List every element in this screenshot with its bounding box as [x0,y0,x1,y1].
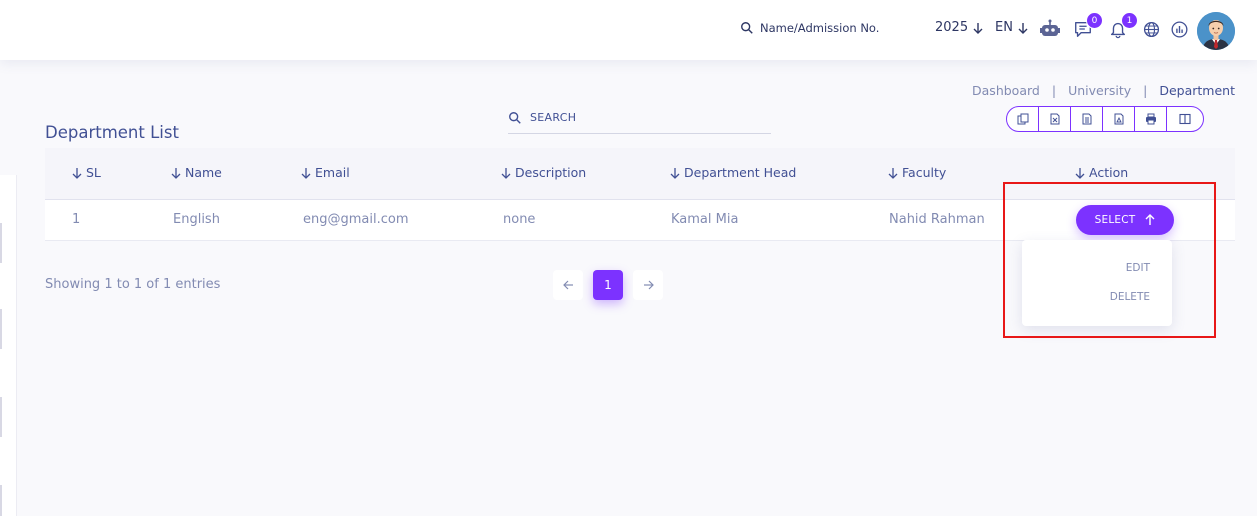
print-icon [1145,113,1156,125]
globe-icon [1143,21,1159,37]
avatar-icon [1197,12,1235,50]
notification-count-badge: 1 [1121,12,1138,29]
column-header-label: Name [185,165,222,180]
sort-arrow-down-icon [301,167,311,179]
column-header-label: SL [86,165,101,180]
arrow-down-icon [1018,22,1028,34]
chevron-right-icon [643,280,654,290]
panel-divider [0,485,2,516]
export-button-group [1006,106,1204,132]
side-panel-edge [0,175,17,516]
robot-button[interactable] [1039,18,1061,40]
panel-divider [0,397,2,437]
column-header-name[interactable]: Name [171,165,222,180]
year-selector[interactable]: 2025 [935,20,983,35]
cell-email: eng@gmail.com [303,212,409,227]
excel-button[interactable] [1039,107,1071,131]
chat-button[interactable]: 0 [1072,12,1103,40]
language-value: EN [995,20,1013,35]
pdf-icon [1114,113,1123,125]
panel-divider [0,309,2,349]
top-navbar: Name/Admission No. 2025 EN 0 1 [0,0,1257,60]
column-header-department-head[interactable]: Department Head [670,165,796,180]
student-search[interactable]: Name/Admission No. [740,21,879,35]
arrow-down-icon [973,22,983,34]
pagination-page-1[interactable]: 1 [593,270,623,300]
column-header-label: Email [315,165,350,180]
breadcrumb-department: Department [1159,83,1235,98]
cell-sl: 1 [72,212,81,227]
sort-arrow-down-icon [670,167,680,179]
column-header-description[interactable]: Description [501,165,586,180]
table-search-placeholder: SEARCH [530,111,577,124]
pagination-previous-button[interactable] [553,270,583,300]
report-button[interactable] [1168,18,1190,40]
website-button[interactable] [1140,18,1162,40]
column-header-faculty[interactable]: Faculty [888,165,946,180]
copy-button[interactable] [1007,107,1039,131]
search-icon [741,22,753,34]
pdf-button[interactable] [1103,107,1135,131]
sort-arrow-down-icon [72,167,82,179]
user-avatar[interactable] [1197,12,1235,50]
column-header-label: Description [515,165,587,180]
column-visibility-button[interactable] [1167,107,1203,131]
cell-description: none [503,212,536,227]
csv-icon [1082,113,1091,125]
cell-department-head: Kamal Mia [671,212,739,227]
column-header-label: Action [1089,165,1129,180]
sort-arrow-down-icon [171,167,181,179]
csv-button[interactable] [1071,107,1103,131]
robot-icon [1040,19,1060,36]
page-title: Department List [45,123,179,142]
breadcrumb-separator: | [1051,83,1057,98]
breadcrumb-dashboard[interactable]: Dashboard [972,83,1040,98]
breadcrumb-university[interactable]: University [1068,83,1131,98]
column-header-action[interactable]: Action [1075,165,1128,180]
panel-divider [0,223,2,263]
notification-button[interactable]: 1 [1107,12,1138,40]
highlight-annotation-box [1003,182,1216,338]
sort-arrow-down-icon [1075,167,1085,179]
print-button[interactable] [1135,107,1167,131]
student-search-placeholder: Name/Admission No. [760,21,880,35]
search-icon [509,111,521,124]
copy-icon [1017,113,1028,125]
cell-faculty: Nahid Rahman [889,212,985,227]
pagination-next-button[interactable] [633,270,663,300]
breadcrumb-separator: | [1143,83,1148,98]
breadcrumb: Dashboard | University | Department [972,83,1235,98]
year-value: 2025 [935,20,969,35]
columns-icon [1179,113,1191,125]
chevron-left-icon [562,280,573,290]
column-header-label: Department Head [684,165,797,180]
column-header-sl[interactable]: SL [72,165,101,180]
sort-arrow-down-icon [888,167,898,179]
column-header-email[interactable]: Email [301,165,350,180]
excel-icon [1050,113,1059,125]
table-search-input[interactable]: SEARCH [508,102,771,134]
entries-info: Showing 1 to 1 of 1 entries [45,277,221,292]
chat-count-badge: 0 [1086,12,1103,29]
column-header-label: Faculty [902,165,947,180]
sort-arrow-down-icon [501,167,511,179]
language-selector[interactable]: EN [995,20,1028,35]
cell-name: English [173,212,220,227]
chart-icon [1171,21,1187,37]
